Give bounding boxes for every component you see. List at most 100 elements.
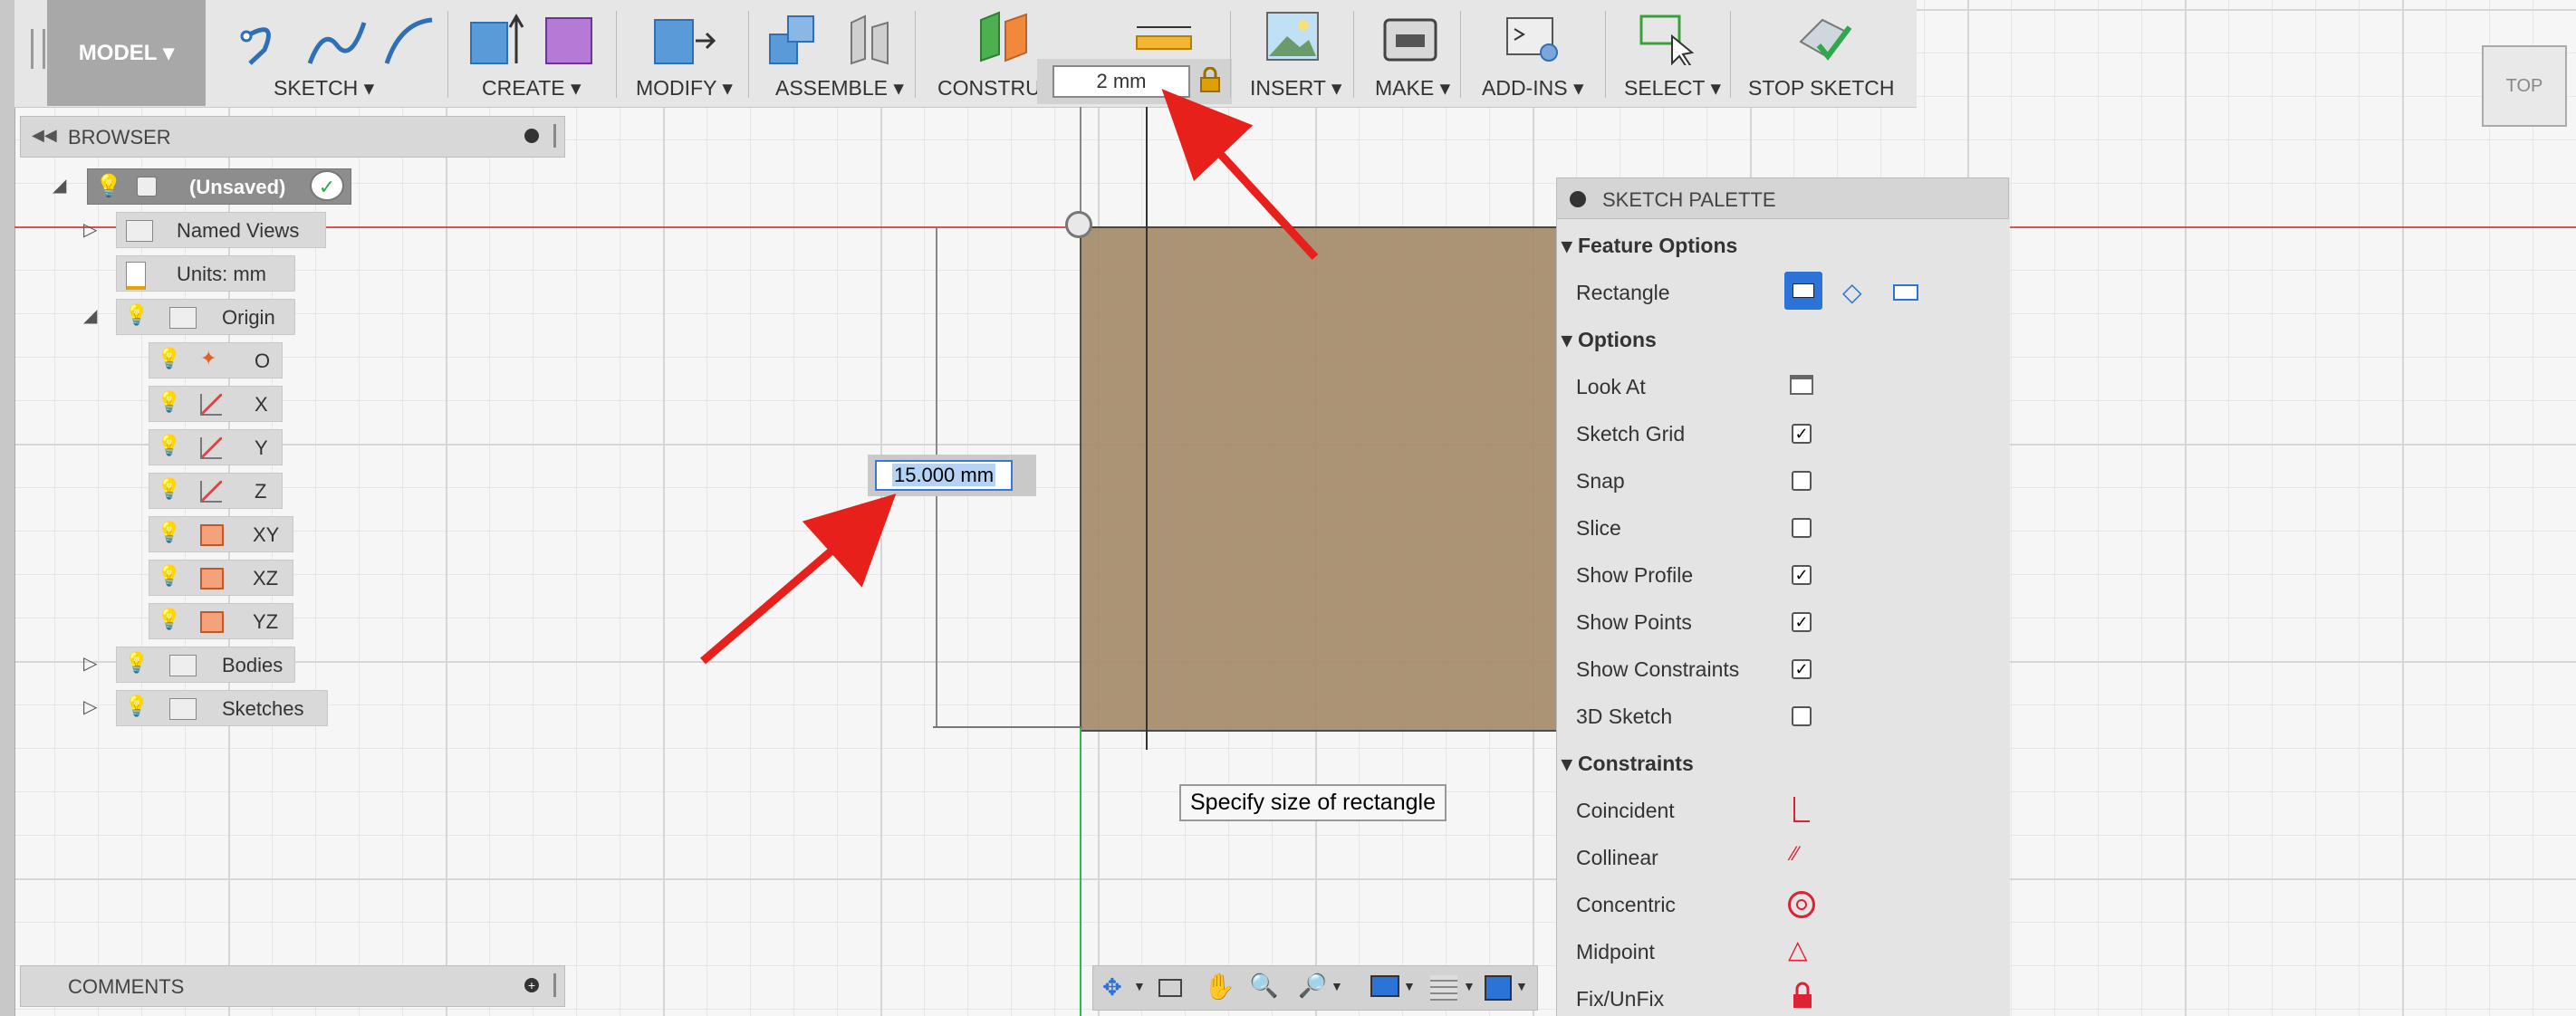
browser-panel-header[interactable]: ◀◀ BROWSER	[20, 116, 565, 158]
chevron-down-icon[interactable]: ▼	[1133, 979, 1146, 993]
fix-lock-icon[interactable]	[1790, 982, 1815, 1011]
modify-tool-icon[interactable]	[650, 9, 723, 72]
lightbulb-icon[interactable]: 💡	[157, 390, 181, 414]
collapse-arrows-icon[interactable]: ◀◀	[32, 126, 57, 145]
browser-item-xy-plane[interactable]: 💡 XY	[149, 516, 293, 552]
snap-checkbox[interactable]	[1792, 471, 1812, 491]
pan-hand-icon[interactable]: ✋	[1204, 972, 1235, 1002]
chevron-down-icon[interactable]: ▼	[1403, 979, 1416, 993]
expand-triangle-icon[interactable]: ◢	[83, 304, 97, 327]
lightbulb-icon[interactable]: 💡	[95, 173, 122, 199]
toolbar-create[interactable]: CREATE ▾	[482, 76, 582, 101]
chevron-down-icon[interactable]: ▼	[1515, 979, 1528, 993]
browser-item-units[interactable]: Units: mm	[116, 255, 295, 292]
dimension-input[interactable]: 15.000 mm	[875, 460, 1013, 491]
toolbar-sketch[interactable]: SKETCH ▾	[274, 76, 374, 101]
toolbar-stop-sketch[interactable]: STOP SKETCH	[1748, 76, 1894, 101]
browser-item-x-axis[interactable]: 💡 X	[149, 386, 283, 422]
browser-item-yz-plane[interactable]: 💡 YZ	[149, 603, 293, 639]
expand-triangle-icon[interactable]: ▷	[83, 218, 97, 241]
sketch-rectangle[interactable]	[1080, 226, 1562, 732]
add-ins-script-icon[interactable]	[1504, 13, 1563, 65]
toolbar-grip[interactable]	[31, 29, 45, 69]
browser-item-origin-point[interactable]: 💡 ✦ O	[149, 342, 283, 379]
stop-sketch-check-icon[interactable]	[1795, 11, 1855, 65]
toolbar-add-ins[interactable]: ADD-INS ▾	[1482, 76, 1584, 101]
chevron-down-icon[interactable]: ▼	[1331, 979, 1343, 993]
rectangle-2point-button[interactable]	[1784, 272, 1822, 310]
sketch-tools-icons[interactable]	[237, 9, 464, 72]
expand-triangle-icon[interactable]: ◢	[53, 174, 66, 196]
browser-item-y-axis[interactable]: 💡 Y	[149, 429, 283, 465]
panel-grip-icon[interactable]	[553, 973, 556, 997]
browser-item-z-axis[interactable]: 💡 Z	[149, 473, 283, 509]
assemble-tools-icons[interactable]	[765, 9, 901, 72]
show-points-checkbox[interactable]: ✓	[1792, 612, 1812, 632]
concentric-icon[interactable]	[1788, 891, 1815, 918]
lightbulb-icon[interactable]: 💡	[157, 564, 181, 588]
lightbulb-icon[interactable]: 💡	[157, 608, 181, 631]
toolbar-modify[interactable]: MODIFY ▾	[636, 76, 733, 101]
toolbar-assemble[interactable]: ASSEMBLE ▾	[775, 76, 904, 101]
show-constraints-checkbox[interactable]: ✓	[1792, 659, 1812, 679]
expand-triangle-icon[interactable]: ▷	[83, 652, 97, 675]
lightbulb-icon[interactable]: 💡	[157, 521, 181, 544]
browser-item-xz-plane[interactable]: 💡 XZ	[149, 560, 293, 596]
distance-input[interactable]: 2 mm	[1053, 65, 1190, 98]
viewports-icon[interactable]	[1485, 975, 1512, 1001]
make-3d-print-icon[interactable]	[1381, 13, 1441, 65]
expand-triangle-icon[interactable]: ▷	[83, 695, 97, 718]
sketch-palette-header[interactable]: SKETCH PALETTE	[1556, 177, 2009, 219]
section-constraints[interactable]: ▾ Constraints	[1562, 752, 1694, 776]
toolbar-make[interactable]: MAKE ▾	[1375, 76, 1450, 101]
rectangle-3point-icon[interactable]: ◇	[1842, 277, 1862, 307]
sketch-grid-checkbox[interactable]: ✓	[1792, 424, 1812, 444]
construct-tool-icon[interactable]	[976, 11, 1040, 65]
lightbulb-icon[interactable]: 💡	[124, 303, 149, 327]
lightbulb-icon[interactable]: 💡	[124, 695, 149, 718]
toolbar-insert[interactable]: INSERT ▾	[1250, 76, 1341, 101]
toolbar-construct[interactable]: CONSTRU	[937, 76, 1041, 101]
coincident-icon[interactable]	[1793, 797, 1810, 822]
midpoint-icon[interactable]: △	[1788, 935, 1808, 964]
browser-item-bodies[interactable]: 💡 Bodies	[116, 647, 295, 683]
toolbar-select[interactable]: SELECT ▾	[1624, 76, 1721, 101]
show-profile-checkbox[interactable]: ✓	[1792, 565, 1812, 585]
section-feature-options[interactable]: ▾ Feature Options	[1562, 234, 1737, 258]
toolbar-divider	[748, 11, 749, 98]
lightbulb-icon[interactable]: 💡	[157, 347, 181, 370]
comments-panel-header[interactable]: COMMENTS +	[20, 965, 565, 1007]
look-at-icon[interactable]	[1158, 979, 1182, 997]
measure-tool-icon[interactable]	[1132, 20, 1196, 56]
activate-check-icon[interactable]: ✓	[310, 170, 344, 201]
minimize-icon[interactable]	[1570, 191, 1586, 207]
origin-point[interactable]	[1065, 211, 1092, 238]
orbit-icon[interactable]: ✥	[1102, 973, 1122, 1002]
look-at-icon[interactable]	[1790, 375, 1813, 395]
collinear-icon[interactable]: ⁄⁄	[1792, 842, 1798, 866]
lightbulb-icon[interactable]: 💡	[124, 651, 149, 675]
workspace-model-button[interactable]: MODEL ▾	[47, 0, 206, 106]
view-cube[interactable]: TOP	[2482, 45, 2567, 127]
3d-sketch-checkbox[interactable]	[1792, 706, 1812, 726]
add-comment-icon[interactable]: +	[524, 978, 539, 992]
zoom-window-icon[interactable]: 🔎	[1298, 972, 1327, 1000]
minimize-icon[interactable]	[524, 129, 539, 143]
browser-item-named-views[interactable]: Named Views	[116, 212, 326, 248]
select-cursor-icon[interactable]	[1638, 11, 1701, 65]
lightbulb-icon[interactable]: 💡	[157, 434, 181, 457]
chevron-down-icon[interactable]: ▼	[1463, 979, 1475, 993]
browser-item-origin[interactable]: 💡 Origin	[116, 299, 295, 335]
grid-settings-icon[interactable]	[1430, 975, 1457, 1001]
slice-checkbox[interactable]	[1792, 518, 1812, 538]
zoom-icon[interactable]: 🔍	[1249, 972, 1278, 1000]
display-settings-icon[interactable]	[1370, 975, 1399, 997]
browser-item-sketches[interactable]: 💡 Sketches	[116, 690, 328, 726]
create-tools-icons[interactable]	[466, 9, 602, 72]
panel-grip-icon[interactable]	[553, 124, 556, 148]
insert-image-icon[interactable]	[1264, 9, 1323, 65]
section-options[interactable]: ▾ Options	[1562, 328, 1657, 352]
rectangle-center-icon[interactable]	[1893, 284, 1918, 301]
lightbulb-icon[interactable]: 💡	[157, 477, 181, 501]
lock-icon[interactable]	[1197, 67, 1223, 94]
